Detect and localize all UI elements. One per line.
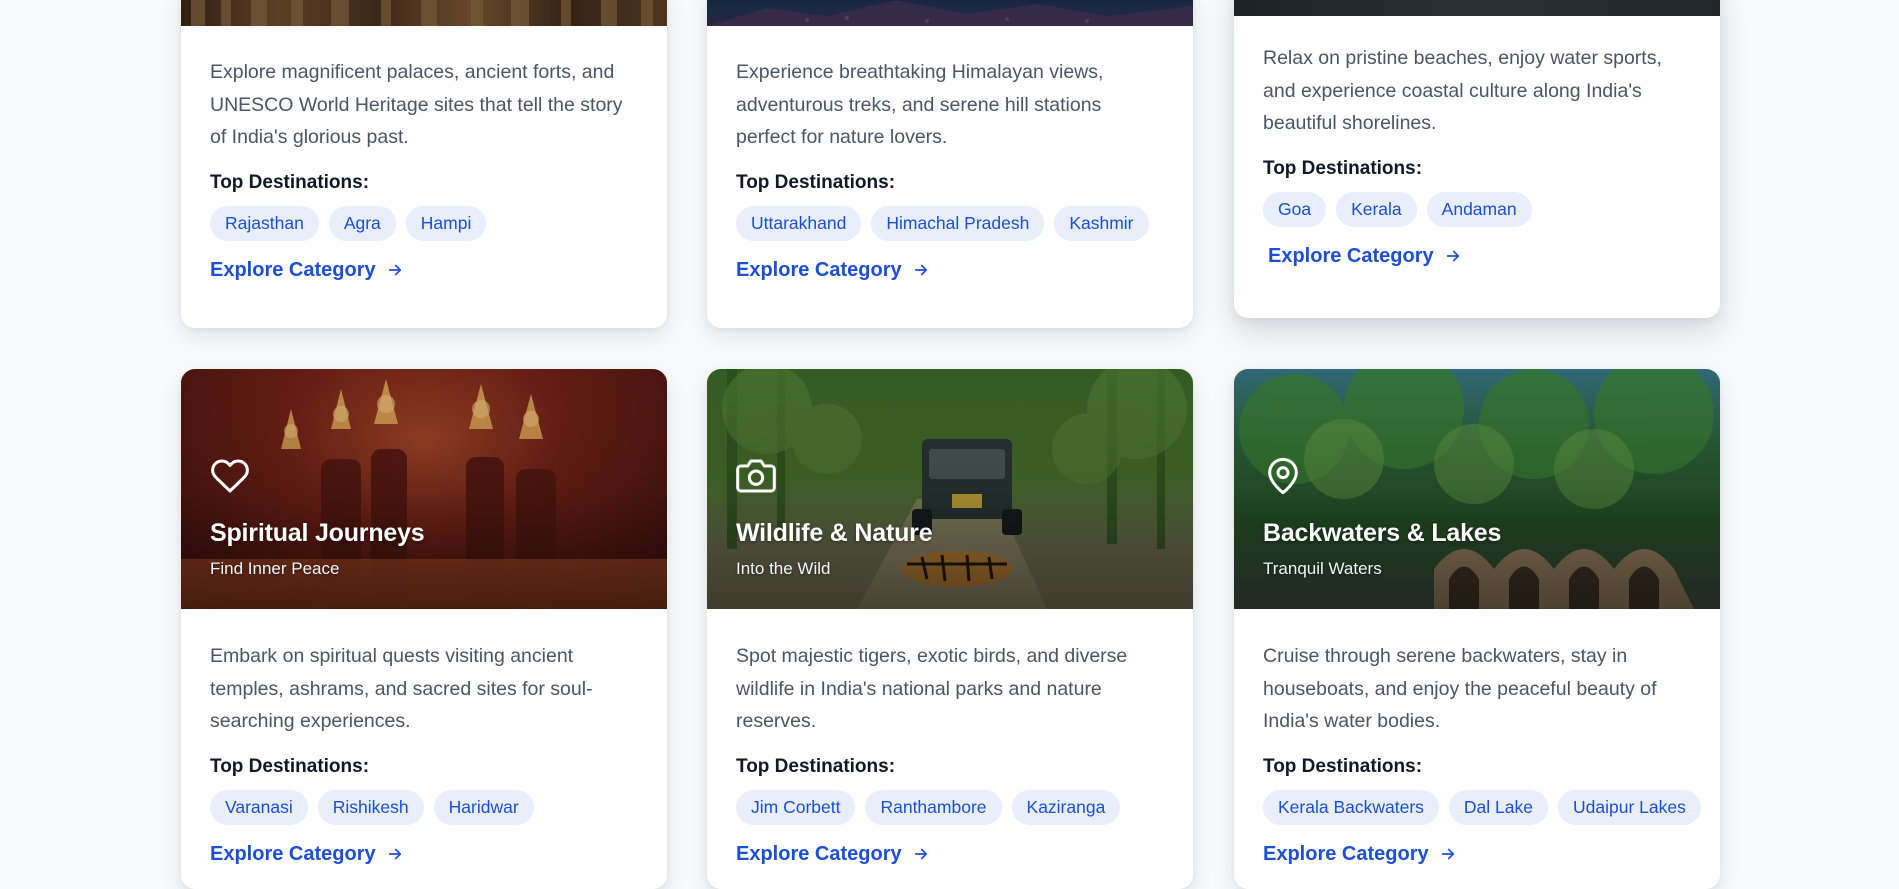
heart-icon [211,459,249,493]
category-description: Cruise through serene backwaters, stay i… [1263,645,1657,732]
hill-town-illustration [707,0,1193,26]
top-destinations-label: Top Destinations: [1263,157,1423,179]
destination-tag[interactable]: Kashmir [1054,205,1149,241]
card-body: Relax on pristine beaches, enjoy water s… [1234,42,1720,268]
arrow-right-icon [914,264,927,276]
category-description: Embark on spiritual quests visiting anci… [210,645,593,732]
card-body: Cruise through serene backwaters, stay i… [1234,640,1720,866]
destination-tags: Jim Corbett Ranthambore Kaziranga [736,789,1164,825]
explore-category-link[interactable]: Explore Category [210,843,404,866]
destination-tag[interactable]: Hampi [405,205,487,241]
explore-category-label: Explore Category [210,842,376,865]
top-destinations-label: Top Destinations: [210,171,370,193]
explore-category-label: Explore Category [736,258,902,281]
card-body: Explore magnificent palaces, ancient for… [181,56,667,282]
category-image [181,0,667,26]
card-body: Spot majestic tigers, exotic birds, and … [707,640,1193,866]
destination-tag[interactable]: Kerala Backwaters [1263,789,1439,825]
destination-tag[interactable]: Varanasi [210,789,308,825]
category-image: Spiritual Journeys Find Inner Peace [181,369,667,609]
explore-category-link[interactable]: Explore Category [210,259,404,282]
top-destinations-label: Top Destinations: [736,171,896,193]
category-description: Explore magnificent palaces, ancient for… [210,61,623,148]
map-pin-icon [1268,457,1298,495]
destination-tag[interactable]: Goa [1263,191,1327,227]
destination-tag[interactable]: Udaipur Lakes [1557,789,1701,825]
category-title: Backwaters & Lakes [1263,519,1502,547]
category-title: Wildlife & Nature [736,519,933,547]
explore-category-label: Explore Category [736,842,902,865]
arrow-right-icon [388,264,401,276]
arrow-right-icon [914,848,927,860]
card-body: Experience breathtaking Himalayan views,… [707,56,1193,282]
category-subtitle: Tranquil Waters [1263,559,1382,578]
category-card: Spiritual Journeys Find Inner Peace Emba… [181,369,667,889]
category-subtitle: Find Inner Peace [210,559,340,578]
arrow-right-icon [1441,848,1454,860]
category-subtitle: Into the Wild [736,559,831,578]
destination-tags: Kerala Backwaters Dal Lake Udaipur Lakes [1263,789,1701,825]
destination-tag[interactable]: Ranthambore [865,789,1002,825]
explore-category-label: Explore Category [210,258,376,281]
explore-category-label: Explore Category [1263,842,1429,865]
destination-tags: Goa Kerala Andaman [1263,191,1691,227]
destination-tag[interactable]: Himachal Pradesh [871,205,1045,241]
category-image [707,0,1193,26]
destination-tags: Uttarakhand Himachal Pradesh Kashmir [736,205,1164,241]
card-body: Embark on spiritual quests visiting anci… [181,640,667,866]
category-title: Spiritual Journeys [210,519,425,547]
arrow-right-icon [388,848,401,860]
explore-category-link[interactable]: Explore Category [1263,843,1457,866]
camera-icon [736,459,776,493]
explore-category-link[interactable]: Explore Category [736,259,930,282]
destination-tag[interactable]: Haridwar [433,789,534,825]
category-card: Wildlife & Nature Into the Wild Spot maj… [707,369,1193,889]
explore-category-label: Explore Category [1268,244,1434,267]
category-image [1234,0,1720,16]
category-image: Backwaters & Lakes Tranquil Waters [1234,369,1720,609]
category-description: Spot majestic tigers, exotic birds, and … [736,645,1128,732]
explore-category-link[interactable]: Explore Category [736,843,930,866]
destination-tag[interactable]: Jim Corbett [736,789,856,825]
destination-tag[interactable]: Kaziranga [1011,789,1121,825]
destination-tag[interactable]: Agra [328,205,396,241]
destination-tags: Varanasi Rishikesh Haridwar [210,789,638,825]
category-card: Explore magnificent palaces, ancient for… [181,0,667,328]
category-card: Experience breathtaking Himalayan views,… [707,0,1193,328]
arrow-right-icon [1446,250,1459,262]
destination-tag[interactable]: Dal Lake [1448,789,1548,825]
explore-category-link[interactable]: Explore Category [1268,245,1462,268]
destination-tag[interactable]: Kerala [1336,191,1417,227]
destination-tag[interactable]: Uttarakhand [736,205,862,241]
category-card: Relax on pristine beaches, enjoy water s… [1234,0,1720,318]
destination-tags: Rajasthan Agra Hampi [210,205,638,241]
destination-tag[interactable]: Andaman [1426,191,1532,227]
category-description: Relax on pristine beaches, enjoy water s… [1263,47,1662,134]
category-description: Experience breathtaking Himalayan views,… [736,61,1104,148]
category-card: Backwaters & Lakes Tranquil Waters Cruis… [1234,369,1720,889]
top-destinations-label: Top Destinations: [210,755,370,777]
top-destinations-label: Top Destinations: [736,755,896,777]
destination-tag[interactable]: Rishikesh [317,789,424,825]
destination-tag[interactable]: Rajasthan [210,205,319,241]
category-image: Wildlife & Nature Into the Wild [707,369,1193,609]
top-destinations-label: Top Destinations: [1263,755,1423,777]
